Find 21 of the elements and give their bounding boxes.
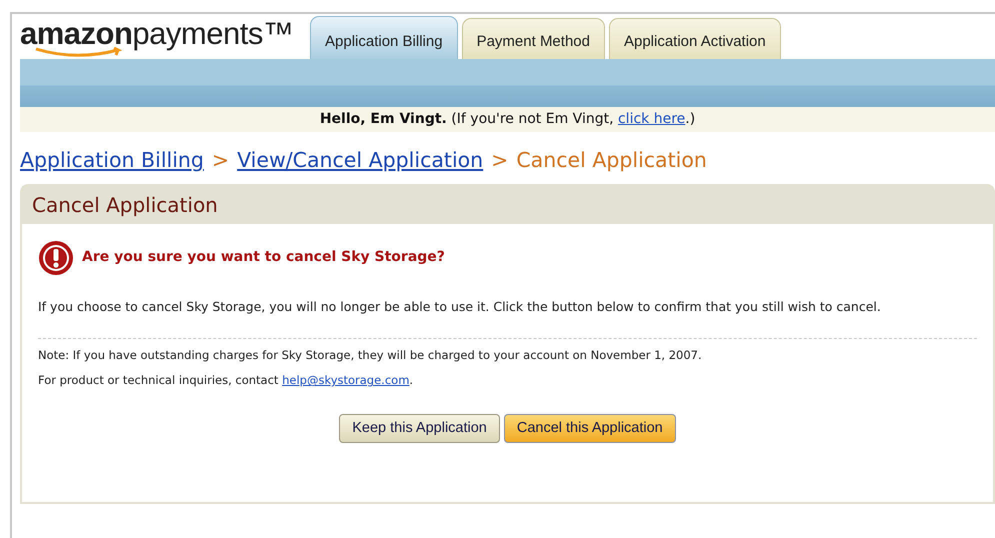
keep-button[interactable]: Keep this Application bbox=[339, 414, 500, 444]
breadcrumb-separator: > bbox=[212, 147, 230, 174]
breadcrumb-separator: > bbox=[491, 147, 508, 174]
breadcrumb-link[interactable]: Application Billing bbox=[20, 145, 204, 176]
breadcrumb-current: Cancel Application bbox=[516, 147, 707, 174]
note-text: Note: If you have outstanding charges for Sky Storage, they will be charged to your account on November 1, 2007. bbox=[38, 347, 703, 364]
tab[interactable]: Payment Method bbox=[462, 18, 605, 59]
warning-icon bbox=[38, 240, 74, 276]
smile-arrow-icon bbox=[34, 47, 124, 59]
email-link[interactable]: help@skystorage.com bbox=[282, 373, 410, 388]
greeting-text: Hello, Em Vingt. (If you're not Em Vingt, click here.) bbox=[320, 111, 696, 127]
contact-text: For product or technical inquiries, contact help@skystorage.com. bbox=[38, 372, 414, 390]
logo-text: amazonpayments™ bbox=[20, 18, 294, 49]
tab[interactable]: Application Billing bbox=[310, 16, 458, 59]
cancel-button[interactable]: Cancel this Application bbox=[504, 414, 676, 444]
panel-title: Cancel Application bbox=[22, 186, 993, 224]
message-text: If you choose to cancel Sky Storage, you will no longer be able to use it. Click the button below to confirm that you still wish to cancel. bbox=[38, 300, 882, 314]
link[interactable]: click here bbox=[618, 111, 686, 127]
question-text: Are you sure you want to cancel Sky Storage? bbox=[82, 248, 445, 268]
tab[interactable]: Application Activation bbox=[608, 18, 781, 59]
breadcrumb-link[interactable]: View/Cancel Application bbox=[237, 145, 484, 176]
